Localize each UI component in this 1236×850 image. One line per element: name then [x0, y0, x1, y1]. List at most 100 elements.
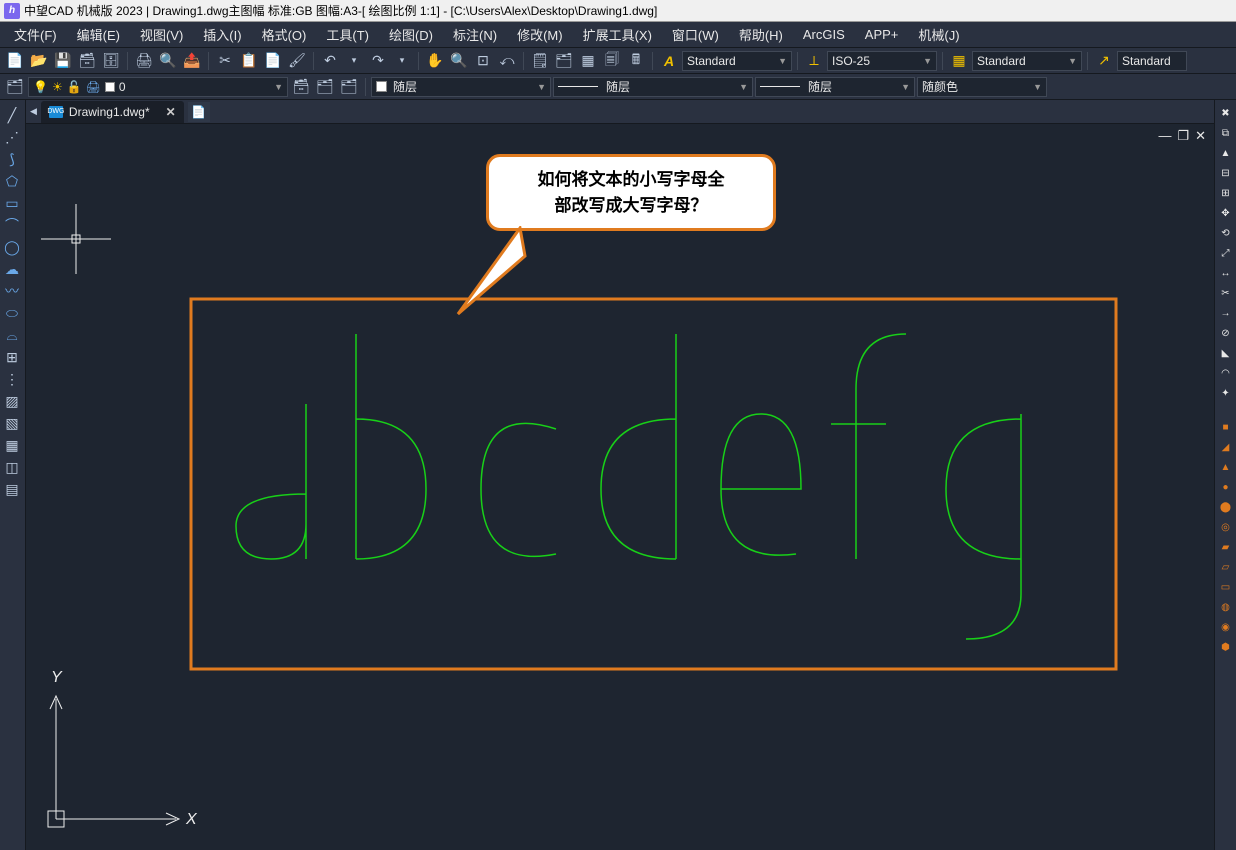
zoom-prev-button[interactable]: ⤺ [496, 50, 518, 72]
copy-button[interactable]: 📋 [238, 50, 260, 72]
undo-dropdown[interactable]: ▾ [343, 50, 365, 72]
layer-state-button[interactable]: 🗃 [290, 76, 312, 98]
menu-view[interactable]: 视图(V) [132, 22, 191, 47]
cylinder-tool[interactable]: ⬤ [1217, 498, 1235, 516]
menu-tools[interactable]: 工具(T) [318, 22, 377, 47]
menu-window[interactable]: 窗口(W) [664, 22, 727, 47]
ellipse-arc-tool[interactable]: ⌓ [0, 324, 24, 346]
array-tool[interactable]: ⊞ [1217, 184, 1235, 202]
zoom-window-button[interactable]: ⊡ [472, 50, 494, 72]
hatch-tool[interactable]: ▨ [0, 390, 24, 412]
arc-tool[interactable]: ⟆ [0, 148, 24, 170]
scale-tool[interactable]: ⤢ [1217, 244, 1235, 262]
extra5-tool[interactable]: ⬢ [1217, 638, 1235, 656]
construction-line-tool[interactable]: ⋰ [0, 126, 24, 148]
menu-draw[interactable]: 绘图(D) [381, 22, 441, 47]
copy-tool[interactable]: ⧉ [1217, 124, 1235, 142]
paste-button[interactable]: 📄 [262, 50, 284, 72]
revision-cloud-tool[interactable]: ☁ [0, 258, 24, 280]
menu-annotate[interactable]: 标注(N) [445, 22, 505, 47]
undo-button[interactable]: ↶ [319, 50, 341, 72]
ellipse-tool[interactable]: ⬭ [0, 302, 24, 324]
pan-button[interactable]: ✋ [424, 50, 446, 72]
calc-button[interactable]: 🖩 [625, 50, 647, 72]
menu-extend[interactable]: 扩展工具(X) [575, 22, 660, 47]
extra1-tool[interactable]: ▱ [1217, 558, 1235, 576]
drawing-canvas[interactable]: — ❐ ✕ [26, 124, 1214, 850]
sphere-tool[interactable]: ● [1217, 478, 1235, 496]
rectangle-tool[interactable]: ▭ [0, 192, 24, 214]
erase-tool[interactable]: ✖ [1217, 104, 1235, 122]
linetype-dropdown[interactable]: 随层 ▼ [553, 77, 753, 97]
stretch-tool[interactable]: ↔ [1217, 264, 1235, 282]
properties-button[interactable]: 🗒 [529, 50, 551, 72]
redo-button[interactable]: ↷ [367, 50, 389, 72]
cone-tool[interactable]: ▲ [1217, 458, 1235, 476]
polygon-tool[interactable]: ⬠ [0, 170, 24, 192]
layer-manager-button[interactable]: 🗂 [4, 76, 26, 98]
extra2-tool[interactable]: ▭ [1217, 578, 1235, 596]
move-tool[interactable]: ✥ [1217, 204, 1235, 222]
arc2-tool[interactable]: ⌒ [0, 214, 24, 236]
spline-tool[interactable]: 〰 [0, 280, 24, 302]
menu-format[interactable]: 格式(O) [254, 22, 315, 47]
gradient-tool[interactable]: ◫ [0, 456, 24, 478]
menu-help[interactable]: 帮助(H) [731, 22, 791, 47]
plotstyle-dropdown[interactable]: 随颜色 ▼ [917, 77, 1047, 97]
layer-dropdown[interactable]: 💡 ☀ 🔓 🖨 0 ▼ [28, 77, 288, 97]
saveall-button[interactable]: 🗃 [76, 50, 98, 72]
publish-button[interactable]: 📤 [181, 50, 203, 72]
matchprop-button[interactable]: 🖌 [286, 50, 308, 72]
circle-tool[interactable]: ◯ [0, 236, 24, 258]
menu-insert[interactable]: 插入(I) [195, 22, 249, 47]
text-style-dropdown[interactable]: Standard ▼ [682, 51, 792, 71]
layer-iso-button[interactable]: 🗂 [314, 76, 336, 98]
close-tab-button[interactable]: ✕ [166, 105, 176, 119]
point-tool[interactable]: ⋮ [0, 368, 24, 390]
mirror-tool[interactable]: ▲ [1217, 144, 1235, 162]
dim-style-dropdown[interactable]: ISO-25 ▼ [827, 51, 937, 71]
extend-tool[interactable]: → [1217, 304, 1235, 322]
designcenter-button[interactable]: 🗂 [553, 50, 575, 72]
save-button[interactable]: 💾 [52, 50, 74, 72]
wedge-tool[interactable]: ◢ [1217, 438, 1235, 456]
open-button[interactable]: 📂 [28, 50, 50, 72]
box-tool[interactable]: ■ [1217, 418, 1235, 436]
zoom-realtime-button[interactable]: 🔍 [448, 50, 470, 72]
mleader-style-dropdown[interactable]: Standard [1117, 51, 1187, 71]
extra3-tool[interactable]: ◍ [1217, 598, 1235, 616]
block-tool[interactable]: ⊞ [0, 346, 24, 368]
toolpalette-button[interactable]: ▦ [577, 50, 599, 72]
rotate-tool[interactable]: ⟲ [1217, 224, 1235, 242]
lineweight-dropdown[interactable]: 随层 ▼ [755, 77, 915, 97]
saveas-button[interactable]: 🗄 [100, 50, 122, 72]
new-button[interactable]: 📄 [4, 50, 26, 72]
boundary-tool[interactable]: ▤ [0, 478, 24, 500]
new-tab-button[interactable]: 📄 [188, 102, 210, 122]
layer-prev-button[interactable]: 🗂 [338, 76, 360, 98]
break-tool[interactable]: ⊘ [1217, 324, 1235, 342]
chamfer-tool[interactable]: ◣ [1217, 344, 1235, 362]
document-tab-drawing1[interactable]: DWG Drawing1.dwg* ✕ [41, 101, 184, 123]
menu-appplus[interactable]: APP+ [857, 24, 907, 45]
pyramid-tool[interactable]: ▰ [1217, 538, 1235, 556]
sheetset-button[interactable]: 🗐 [601, 50, 623, 72]
line-tool[interactable]: ╱ [0, 104, 24, 126]
fillet-tool[interactable]: ◠ [1217, 364, 1235, 382]
print-button[interactable]: 🖨 [133, 50, 155, 72]
tab-scroll-left[interactable]: ◀ [30, 106, 37, 117]
print-preview-button[interactable]: 🔍 [157, 50, 179, 72]
table-tool[interactable]: ▦ [0, 434, 24, 456]
menu-arcgis[interactable]: ArcGIS [795, 24, 853, 45]
menu-mech[interactable]: 机械(J) [910, 22, 967, 47]
torus-tool[interactable]: ◎ [1217, 518, 1235, 536]
table-style-dropdown[interactable]: Standard ▼ [972, 51, 1082, 71]
menu-modify[interactable]: 修改(M) [509, 22, 571, 47]
extra4-tool[interactable]: ◉ [1217, 618, 1235, 636]
trim-tool[interactable]: ✂ [1217, 284, 1235, 302]
menu-edit[interactable]: 编辑(E) [69, 22, 128, 47]
explode-tool[interactable]: ✦ [1217, 384, 1235, 402]
offset-tool[interactable]: ⊟ [1217, 164, 1235, 182]
menu-file[interactable]: 文件(F) [6, 22, 65, 47]
color-dropdown[interactable]: 随层 ▼ [371, 77, 551, 97]
